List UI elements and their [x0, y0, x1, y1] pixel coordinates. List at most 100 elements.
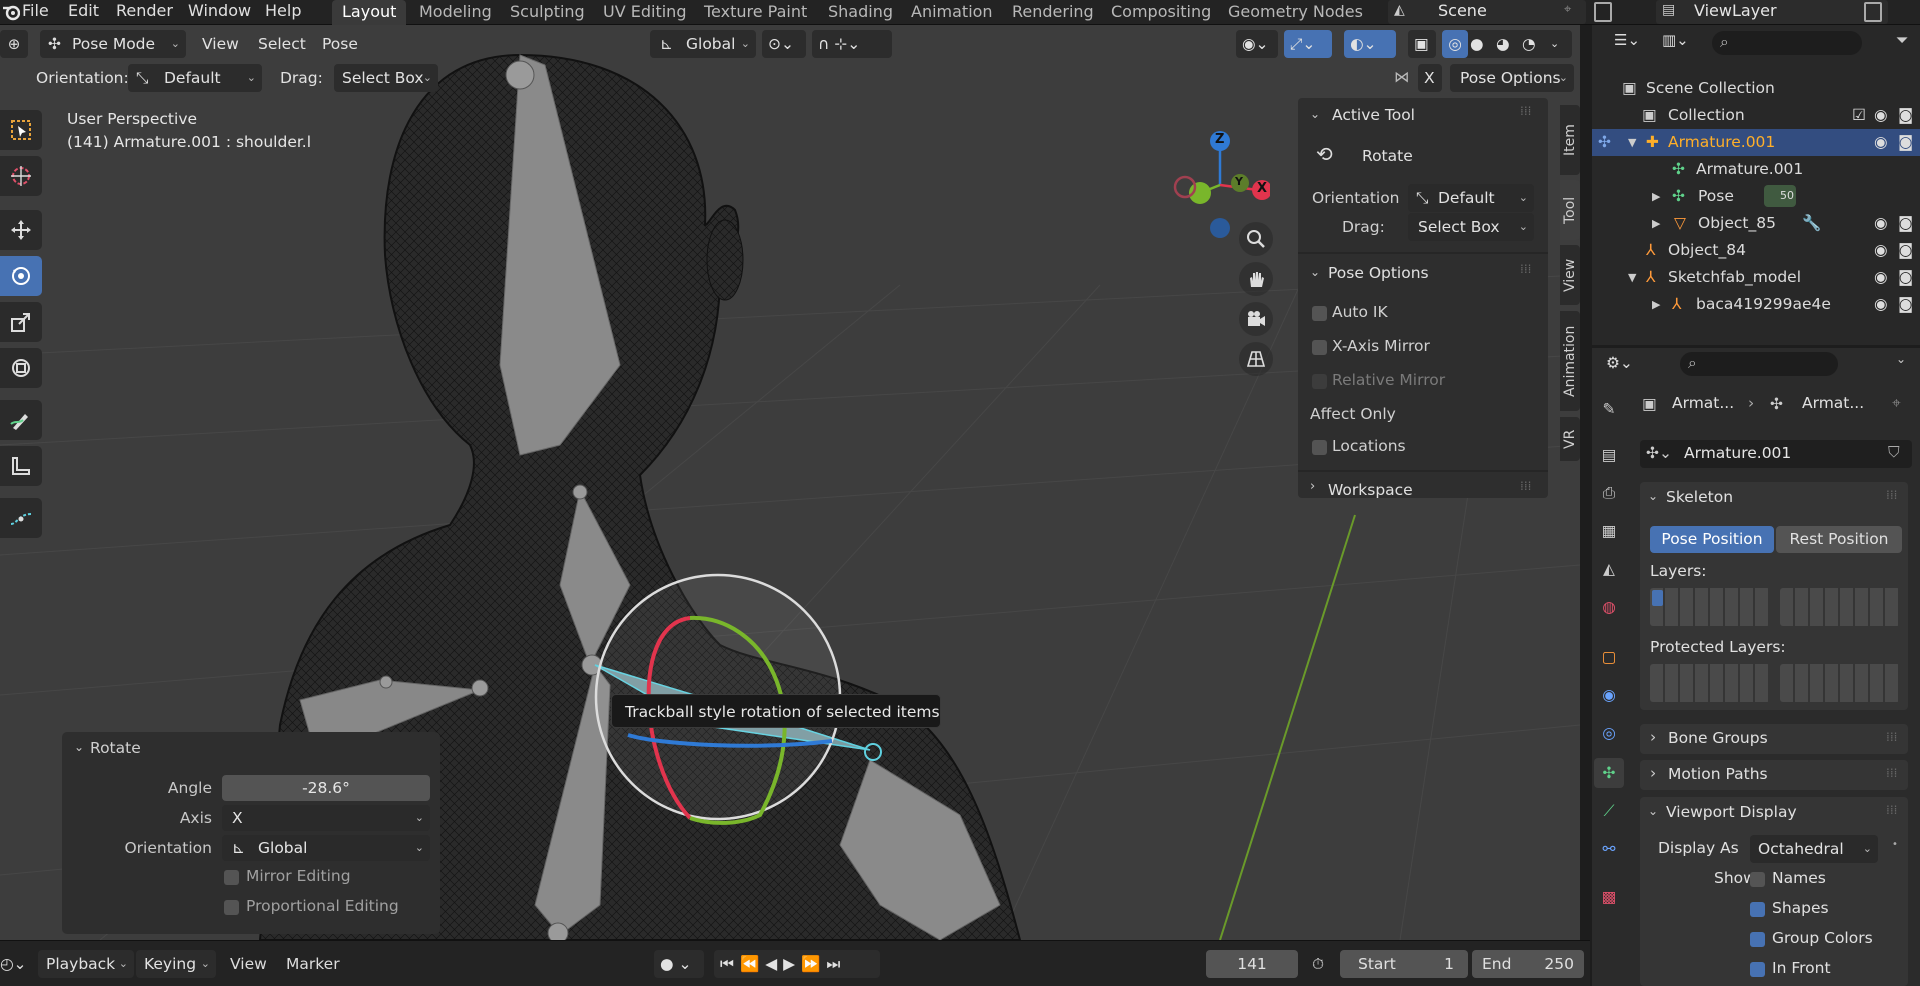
tab-texture-paint[interactable]: Texture Paint	[694, 0, 817, 25]
menu-help[interactable]: Help	[265, 0, 301, 25]
relax-tool-icon[interactable]	[0, 498, 42, 538]
in-front-checkbox[interactable]	[1750, 962, 1765, 977]
visibility-toggle[interactable]: ◉⌄	[1236, 30, 1278, 58]
mirror-icon[interactable]: ⋈	[1394, 68, 1410, 86]
tab-compositing[interactable]: Compositing	[1101, 0, 1221, 25]
workspace-header[interactable]: Workspace	[1328, 481, 1413, 499]
overlay-toggle[interactable]: ◐⌄	[1344, 30, 1396, 58]
menu-window[interactable]: Window	[188, 0, 251, 25]
eye-icon[interactable]: ◉	[1874, 264, 1888, 291]
gizmo-toggle[interactable]: ⤢⌄	[1284, 30, 1332, 58]
menu-render[interactable]: Render	[116, 0, 173, 25]
end-frame-field[interactable]: End 250	[1472, 950, 1584, 978]
expand-down-icon[interactable]: ▼	[1628, 264, 1636, 291]
camera-icon[interactable]: ◙	[1898, 129, 1913, 156]
display-as-selector[interactable]: Octahedral ⌄	[1750, 835, 1878, 863]
pan-hand-icon[interactable]	[1239, 262, 1273, 296]
filter-icon[interactable]: ⏷	[1896, 31, 1908, 50]
stopwatch-icon[interactable]: ⏱	[1312, 951, 1324, 977]
timeline-editor-icon[interactable]: ◴⌄	[0, 951, 27, 977]
drag-selector[interactable]: Select Box ⌄	[334, 64, 438, 92]
drag-handle-icon[interactable]: ⁞⁞⁞	[1886, 730, 1897, 744]
rotate-tool-icon[interactable]	[0, 256, 42, 296]
physics-tab-icon[interactable]: ◎	[1594, 718, 1624, 748]
playback-menu[interactable]: Playback ⌄	[38, 950, 134, 978]
orientation-selector[interactable]: ⤡ Default ⌄	[128, 64, 262, 92]
skeleton-header[interactable]: Skeleton	[1666, 488, 1733, 506]
tab-layout[interactable]: Layout	[332, 0, 407, 25]
checkbox-icon[interactable]: ☑	[1852, 102, 1866, 129]
outliner-row-armature-data[interactable]: ✣ Armature.001	[1592, 156, 1920, 183]
navigation-gizmo[interactable]: Z X Y	[1160, 110, 1270, 240]
outliner-row-object-84[interactable]: ⅄ Object_84 ◉ ◙	[1592, 237, 1920, 264]
menu-marker[interactable]: Marker	[286, 951, 340, 977]
drag-selector[interactable]: Select Box ⌄	[1408, 213, 1534, 241]
chevron-right-icon[interactable]: ›	[1310, 479, 1315, 494]
expand-right-icon[interactable]: ▶	[1652, 291, 1660, 318]
expand-down-icon[interactable]: ▼	[1628, 129, 1636, 156]
pin-icon[interactable]: ⌖	[1892, 394, 1901, 413]
render-tab-icon[interactable]: ▤	[1594, 440, 1624, 470]
expand-right-icon[interactable]: ▶	[1652, 183, 1660, 210]
outliner-row-object-85[interactable]: ▶ ▽ Object_85 🔧 ◉ ◙	[1592, 210, 1920, 237]
breadcrumb-object[interactable]: Armat...	[1672, 394, 1734, 412]
world-tab-icon[interactable]: ◍	[1594, 592, 1624, 622]
transform-orientation-selector[interactable]: ⊾ Global ⌄	[650, 30, 756, 58]
drag-handle-icon[interactable]: ⁞⁞⁞	[1520, 479, 1531, 493]
x-axis-mirror-checkbox[interactable]	[1312, 340, 1327, 355]
eye-icon[interactable]: ◉	[1874, 129, 1888, 156]
rendered-shading-icon[interactable]: ◔	[1522, 30, 1536, 58]
outliner-row-armature[interactable]: ✣ ▼ ✚ Armature.001 ◉ ◙	[1592, 129, 1920, 156]
protected-layers-grid-a[interactable]	[1650, 664, 1770, 702]
wrench-icon[interactable]: 🔧	[1802, 210, 1821, 237]
view-layer-tab-icon[interactable]: ▦	[1594, 516, 1624, 546]
drag-handle-icon[interactable]: ⁞⁞⁞	[1886, 488, 1897, 502]
select-box-tool-icon[interactable]	[0, 110, 42, 150]
properties-search-input[interactable]: ⌕	[1680, 352, 1838, 376]
new-viewlayer-icon[interactable]	[1864, 2, 1882, 22]
pose-options-dropdown[interactable]: Pose Options ⌄	[1450, 64, 1574, 92]
bone-tab-icon[interactable]: ⟋	[1594, 796, 1624, 826]
scene-collection-row[interactable]: ▣ Scene Collection	[1592, 75, 1920, 102]
drag-handle-icon[interactable]: ⁞⁞⁞	[1886, 766, 1897, 780]
names-checkbox[interactable]	[1750, 872, 1765, 887]
axis-selector[interactable]: X ⌄	[222, 805, 430, 831]
drag-handle-icon[interactable]: ⁞⁞⁞	[1520, 104, 1531, 118]
eye-icon[interactable]: ◉	[1874, 291, 1888, 318]
camera-icon[interactable]: ◙	[1898, 291, 1913, 318]
tab-uv-editing[interactable]: UV Editing	[593, 0, 696, 25]
cursor-tool-icon[interactable]	[0, 156, 42, 196]
properties-editor-icon[interactable]: ⚙⌄	[1606, 354, 1646, 378]
eye-icon[interactable]: ◉	[1874, 237, 1888, 264]
menu-select[interactable]: Select	[258, 30, 306, 58]
move-tool-icon[interactable]	[0, 210, 42, 250]
tab-animation[interactable]: Animation	[901, 0, 1003, 25]
chevron-down-icon[interactable]: ⌄	[1310, 107, 1320, 121]
proportional-editing-checkbox[interactable]	[224, 900, 239, 915]
snap-toggle[interactable]: ∩ ⊹⌄	[812, 30, 892, 58]
drag-handle-icon[interactable]: ⁞⁞⁞	[1886, 803, 1897, 817]
camera-icon[interactable]: ◙	[1898, 237, 1913, 264]
texture-tab-icon[interactable]: ▩	[1594, 882, 1624, 912]
tab-geometry-nodes[interactable]: Geometry Nodes	[1218, 0, 1373, 25]
viewlayer-selector[interactable]: ▤ ViewLayer	[1656, 0, 1888, 24]
chevron-down-icon[interactable]: ⌄	[1648, 489, 1658, 503]
record-button[interactable]: ● ⌄	[654, 950, 704, 978]
blender-logo-icon[interactable]	[2, 2, 20, 22]
tab-tool[interactable]: Tool	[1560, 180, 1580, 240]
motion-paths-panel[interactable]: › Motion Paths ⁞⁞⁞	[1640, 760, 1908, 790]
group-colors-checkbox[interactable]	[1750, 932, 1765, 947]
modifier-tab-icon[interactable]: ◉	[1594, 680, 1624, 710]
locations-checkbox[interactable]	[1312, 440, 1327, 455]
auto-ik-checkbox[interactable]	[1312, 306, 1327, 321]
tab-item[interactable]: Item	[1560, 105, 1580, 175]
pivot-point-selector[interactable]: ⊙⌄	[762, 30, 806, 58]
mirror-editing-checkbox[interactable]	[224, 870, 239, 885]
menu-view[interactable]: View	[202, 30, 239, 58]
solid-shading-icon[interactable]: ●	[1470, 30, 1484, 58]
start-frame-field[interactable]: Start 1	[1340, 950, 1468, 978]
fake-user-shield-icon[interactable]: ⛉	[1888, 443, 1900, 462]
chevron-down-icon[interactable]: ⌄	[1550, 30, 1559, 58]
expand-right-icon[interactable]: ▶	[1652, 210, 1660, 237]
armature-data-tab-icon[interactable]: ✣	[1594, 758, 1624, 788]
